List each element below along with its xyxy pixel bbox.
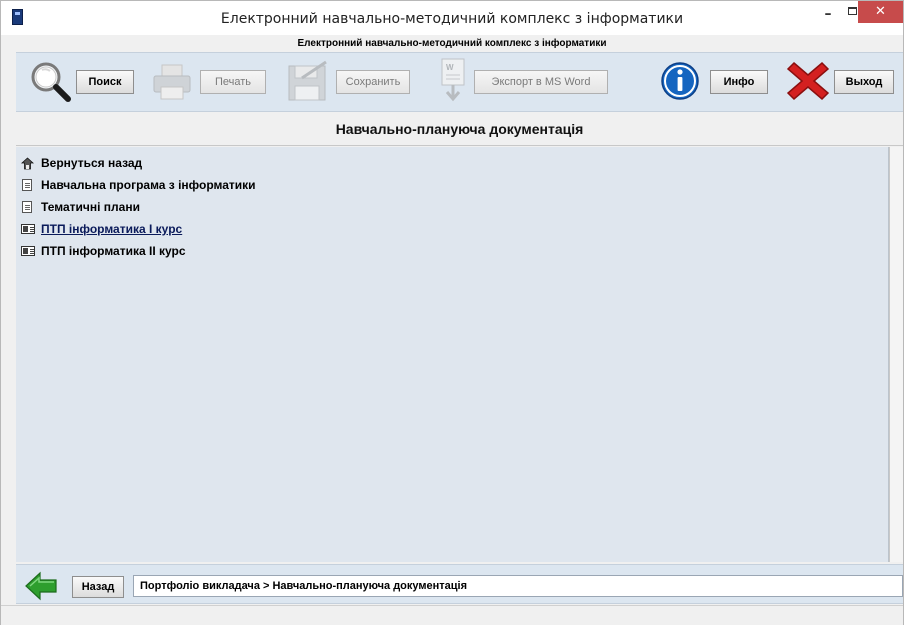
list-item-label: Тематичні плани <box>41 200 140 214</box>
up-folder-icon <box>21 156 34 169</box>
presentation-icon <box>21 246 35 256</box>
info-button[interactable]: Инфо <box>710 70 768 94</box>
magnifier-icon[interactable] <box>28 59 72 103</box>
back-button[interactable]: Назад <box>72 576 124 598</box>
exit-button[interactable]: Выход <box>834 70 894 94</box>
list-item-thematic-plans[interactable]: Тематичні плани <box>21 196 256 218</box>
list-item-label: ПТП інформатика ІІ курс <box>41 244 186 258</box>
vertical-scrollbar[interactable] <box>889 147 903 562</box>
list-item-label[interactable]: ПТП інформатика І курс <box>41 222 182 236</box>
presentation-icon <box>21 224 35 234</box>
section-title: Навчально-плануюча документація <box>16 113 903 146</box>
app-subtitle: Електронний навчально-методичний комплек… <box>297 38 607 49</box>
document-list-panel: Вернуться назад Навчальна програма з інф… <box>16 147 889 562</box>
floppy-disk-icon <box>288 60 327 101</box>
app-window: Електронний навчально-методичний комплек… <box>0 0 904 625</box>
close-window-button[interactable]: ✕ <box>858 1 903 23</box>
toolbar: Поиск Печать Сохранить W Экспорт в MS Wo… <box>16 52 903 112</box>
list-item-back[interactable]: Вернуться назад <box>21 152 256 174</box>
print-button[interactable]: Печать <box>200 70 266 94</box>
list-item-label: Навчальна програма з інформатики <box>41 178 256 192</box>
window-title: Електронний навчально-методичний комплек… <box>220 11 684 27</box>
word-document-icon: W <box>441 58 465 102</box>
maximize-icon <box>848 7 857 15</box>
save-button[interactable]: Сохранить <box>336 70 410 94</box>
info-icon[interactable] <box>660 61 700 101</box>
footer-nav: Назад Портфоліо викладача > Навчально-пл… <box>16 564 903 604</box>
document-list: Вернуться назад Навчальна програма з інф… <box>21 152 256 262</box>
document-icon <box>22 201 32 213</box>
status-bar <box>1 605 903 625</box>
document-icon <box>22 179 32 191</box>
title-bar[interactable]: Електронний навчально-методичний комплек… <box>1 1 903 35</box>
list-item-label: Вернуться назад <box>41 156 143 170</box>
red-x-icon[interactable] <box>786 59 830 103</box>
search-button[interactable]: Поиск <box>76 70 134 94</box>
minimize-button[interactable]: – <box>817 5 839 23</box>
left-margin <box>1 35 15 605</box>
printer-icon <box>153 64 191 100</box>
export-word-button[interactable]: Экспорт в MS Word <box>474 70 608 94</box>
breadcrumb: Портфоліо викладача > Навчально-плануюча… <box>133 575 903 597</box>
green-left-arrow-icon[interactable] <box>24 571 58 601</box>
list-item-program[interactable]: Навчальна програма з інформатики <box>21 174 256 196</box>
list-item-ptp-course-1[interactable]: ПТП інформатика І курс <box>21 218 256 240</box>
list-item-ptp-course-2[interactable]: ПТП інформатика ІІ курс <box>21 240 256 262</box>
svg-text:W: W <box>446 63 454 72</box>
